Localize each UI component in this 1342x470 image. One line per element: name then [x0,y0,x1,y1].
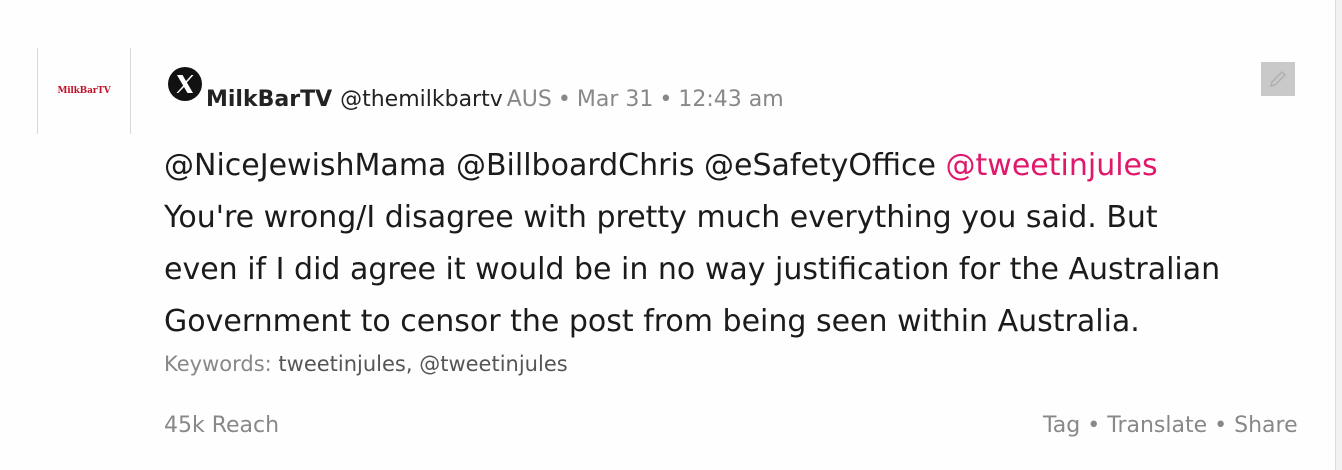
reach-count: 45k Reach [164,413,280,438]
keywords-value: tweetinjules, @tweetinjules [278,352,568,376]
post-country: AUS [506,87,552,112]
post-header: MilkBarTV @themilkbartv AUS • Mar 31 • 1… [166,62,784,112]
highlighted-mention-link[interactable]: @tweetinjules [946,148,1158,183]
avatar-text: MilkBarTV [57,86,111,96]
meta-separator: • [557,87,571,112]
mention-link[interactable]: @BillboardChris [456,148,694,183]
share-link[interactable]: Share [1234,413,1298,438]
post-actions: Tag • Translate • Share [1043,413,1298,438]
keywords: Keywords: tweetinjules, @tweetinjules [164,352,568,376]
post-body: @NiceJewishMama @BillboardChris @eSafety… [164,140,1324,348]
post-text-line: even if I did agree it would be in no wa… [164,252,1221,287]
tag-link[interactable]: Tag [1043,413,1080,438]
action-separator: • [1214,413,1228,438]
mentions-line: @NiceJewishMama @BillboardChris @eSafety… [164,140,1324,192]
author-handle[interactable]: @themilkbartv [340,87,503,112]
mention-link[interactable]: @NiceJewishMama [164,148,446,183]
meta-separator: • [659,87,673,112]
edit-pencil-icon[interactable] [1261,62,1295,96]
post-time[interactable]: 12:43 am [678,87,783,112]
mention-link[interactable]: @eSafetyOffice [704,148,936,183]
post-date[interactable]: Mar 31 [577,87,654,112]
translate-link[interactable]: Translate [1107,413,1207,438]
post-text-line: You're wrong/I disagree with pretty much… [164,200,1158,235]
author-name[interactable]: MilkBarTV [206,87,332,112]
scrollbar[interactable] [1335,0,1342,470]
action-separator: • [1087,413,1101,438]
avatar[interactable]: MilkBarTV [37,48,131,134]
post-text-line: Government to censor the post from being… [164,304,1140,339]
x-logo-icon [166,65,204,103]
keywords-label: Keywords: [164,352,272,376]
